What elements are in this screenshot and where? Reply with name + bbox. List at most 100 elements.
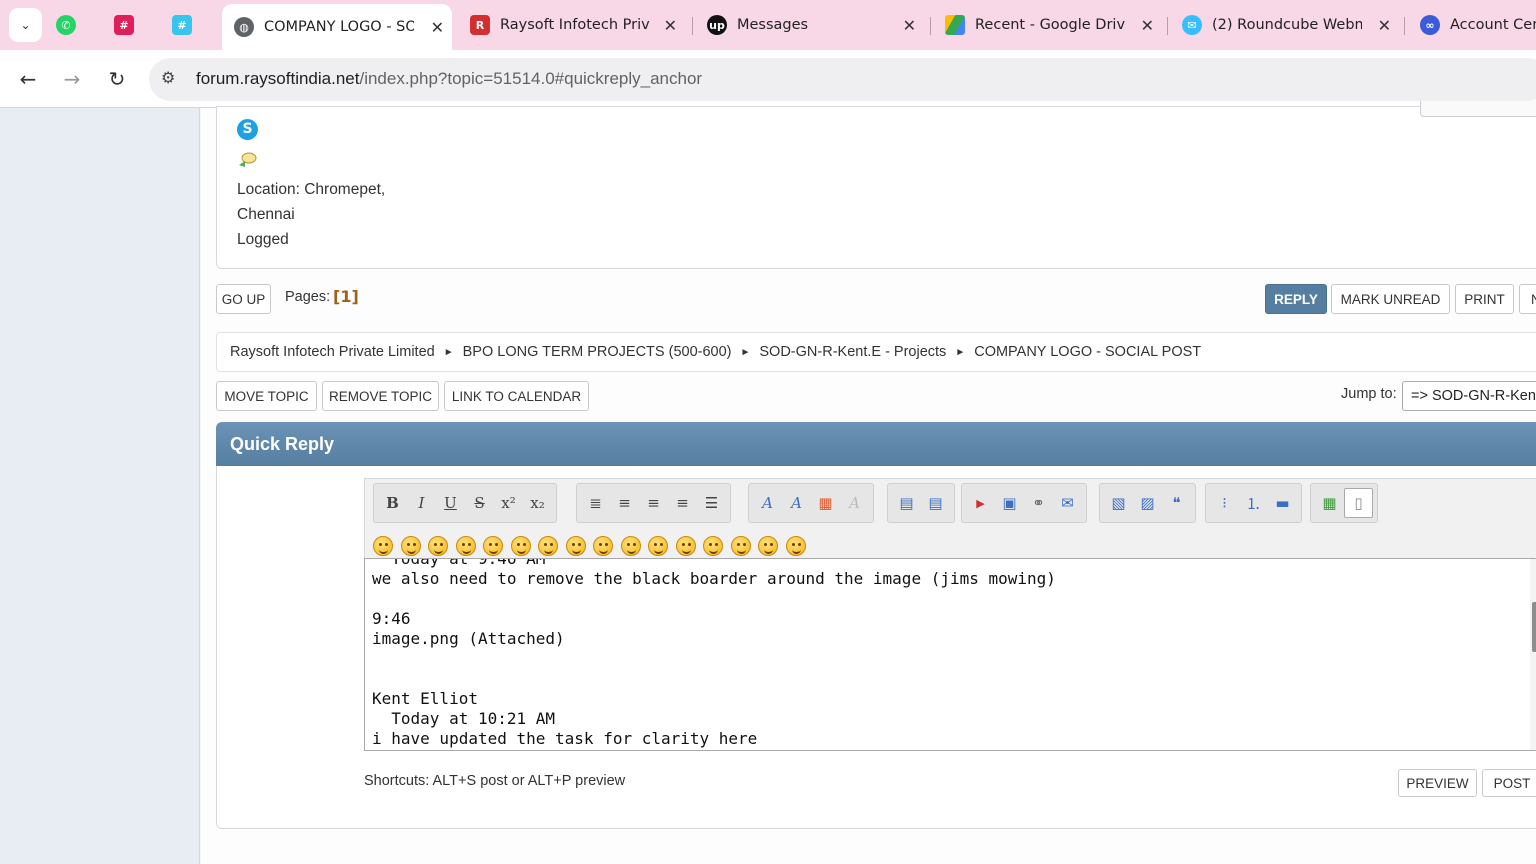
go-up-button[interactable]: GO UP — [216, 284, 271, 314]
link-to-calendar-button[interactable]: LINK TO CALENDAR — [444, 381, 589, 411]
more-bbc-icon[interactable]: ▦ — [1315, 488, 1344, 518]
align-left-icon[interactable]: ≡ — [610, 488, 639, 518]
tab-roundcube[interactable]: ✉ (2) Roundcube Webmail ✕ — [1172, 6, 1399, 44]
cool-icon[interactable] — [565, 536, 586, 556]
youtube-icon[interactable]: ▶ — [966, 488, 995, 518]
smiley-bar — [373, 536, 813, 556]
float-right-icon[interactable]: ▤ — [921, 488, 950, 518]
quick-reply-header[interactable]: Quick Reply — [216, 422, 1536, 466]
align-right-icon[interactable]: ≡ — [668, 488, 697, 518]
shocked-icon[interactable] — [538, 536, 558, 556]
close-tab-icon[interactable]: ✕ — [903, 16, 916, 35]
strikethrough-icon[interactable]: S — [465, 488, 494, 518]
url-text[interactable]: forum.raysoftindia.net/index.php?topic=5… — [196, 69, 702, 89]
breadcrumb-link[interactable]: Raysoft Infotech Private Limited — [230, 344, 435, 360]
bold-icon[interactable]: B — [378, 488, 407, 518]
font-size-icon[interactable]: A — [782, 488, 811, 518]
textarea-scrollbar[interactable]: ▲ ▼ — [1530, 559, 1536, 750]
subscript-icon[interactable]: x₂ — [523, 488, 552, 518]
remove-format-icon[interactable]: A — [840, 488, 869, 518]
breadcrumb-link[interactable]: BPO LONG TERM PROJECTS (500-600) — [463, 344, 732, 360]
breadcrumb-link[interactable]: SOD-GN-R-Kent.E - Projects — [759, 344, 946, 360]
post-button[interactable]: POST — [1482, 769, 1536, 797]
embarrassed-icon[interactable] — [675, 536, 696, 556]
address-bar[interactable]: ⚙ forum.raysoftindia.net/index.php?topic… — [149, 58, 1536, 101]
sad-icon[interactable] — [510, 536, 531, 556]
insert-group: ▧ ▨ ❝ — [1099, 483, 1196, 523]
editor-toolbar: B I U S x² x₂ ≣ ≡ ≡ ≡ ☰ A A ▦ A ▤ ▤ ▶ ▣ … — [364, 478, 1536, 568]
personal-message-icon[interactable] — [237, 151, 257, 169]
author-location: Location: Chromepet, Chennai — [237, 181, 386, 223]
tab-raysoft[interactable]: R Raysoft Infotech Private Limited ✕ — [460, 6, 685, 44]
tab-whatsapp[interactable]: ✆ — [56, 6, 94, 44]
quote-button-stub[interactable] — [1420, 101, 1536, 117]
lips-sealed-icon[interactable] — [703, 536, 723, 556]
italic-icon[interactable]: I — [407, 488, 436, 518]
breadcrumb-current[interactable]: COMPANY LOGO - SOCIAL POST — [974, 344, 1201, 360]
toggle-source-icon[interactable]: ▯ — [1344, 488, 1373, 518]
kiss-icon[interactable] — [758, 536, 778, 556]
underline-icon[interactable]: U — [436, 488, 465, 518]
close-tab-icon[interactable]: ✕ — [1141, 16, 1154, 35]
reply-button[interactable]: REPLY — [1265, 284, 1327, 314]
browser-tab-bar: ⌄ ✆ # # ◍ COMPANY LOGO - SOCIAL POST ✕ R… — [0, 0, 1536, 50]
font-color-icon[interactable]: ▦ — [811, 488, 840, 518]
float-group: ▤ ▤ — [887, 483, 955, 523]
scrollbar-thumb[interactable] — [1532, 602, 1536, 652]
superscript-icon[interactable]: x² — [494, 488, 523, 518]
more-actions-button[interactable]: N — [1519, 284, 1536, 314]
float-left-icon[interactable]: ▤ — [892, 488, 921, 518]
insert-code-icon[interactable]: ▧ — [1104, 488, 1133, 518]
smiley-icon[interactable] — [373, 536, 393, 556]
remove-topic-button[interactable]: REMOVE TOPIC — [322, 381, 439, 411]
bullet-list-icon[interactable]: ⁝ — [1210, 488, 1239, 518]
roll-eyes-icon[interactable] — [620, 536, 641, 556]
cry-icon[interactable] — [785, 536, 806, 556]
tongue-icon[interactable] — [648, 536, 668, 556]
undecided-icon[interactable] — [730, 536, 751, 556]
align-center-icon[interactable]: ≡ — [639, 488, 668, 518]
close-tab-icon[interactable]: ✕ — [1378, 16, 1391, 35]
mark-unread-button[interactable]: MARK UNREAD — [1331, 284, 1450, 314]
preview-button[interactable]: PREVIEW — [1398, 769, 1477, 797]
tab-google-drive[interactable]: Recent - Google Drive ✕ — [935, 6, 1162, 44]
forward-arrow-icon[interactable]: → — [60, 67, 84, 91]
grin-icon[interactable] — [455, 536, 476, 556]
insert-table-icon[interactable]: ▨ — [1133, 488, 1162, 518]
media-group: ▶ ▣ ⚭ ✉ — [961, 483, 1087, 523]
list-group: ⁝ ⒈ ▬ — [1205, 483, 1302, 523]
horizontal-rule-icon[interactable]: ▬ — [1268, 488, 1297, 518]
tab-search-button[interactable]: ⌄ — [9, 8, 42, 42]
print-button[interactable]: PRINT — [1455, 284, 1514, 314]
tab-slack-1[interactable]: # — [114, 6, 152, 44]
move-topic-button[interactable]: MOVE TOPIC — [216, 381, 317, 411]
numbered-list-icon[interactable]: ⒈ — [1239, 488, 1268, 518]
tab-messages[interactable]: up Messages ✕ — [697, 6, 924, 44]
huh-icon[interactable] — [593, 536, 613, 556]
insert-quote-icon[interactable]: ❝ — [1162, 488, 1191, 518]
back-arrow-icon[interactable]: ← — [16, 67, 40, 91]
tab-company-logo[interactable]: ◍ COMPANY LOGO - SOCIAL POST ✕ — [222, 4, 452, 50]
message-textarea[interactable]: Today at 9:46 AM we also need to remove … — [364, 558, 1536, 751]
close-tab-icon[interactable]: ✕ — [664, 16, 677, 35]
message-text[interactable]: Today at 9:46 AM we also need to remove … — [372, 559, 1056, 749]
angry-icon[interactable] — [483, 536, 503, 556]
close-tab-icon[interactable]: ✕ — [431, 18, 444, 37]
insert-image-icon[interactable]: ▣ — [995, 488, 1024, 518]
align-pre-icon[interactable]: ≣ — [581, 488, 610, 518]
tab-slack-2[interactable]: # — [172, 6, 210, 44]
align-justify-icon[interactable]: ☰ — [697, 488, 726, 518]
reload-icon[interactable]: ↻ — [105, 67, 129, 91]
skype-icon[interactable]: S — [237, 119, 258, 140]
font-face-icon[interactable]: A — [753, 488, 782, 518]
insert-email-icon[interactable]: ✉ — [1053, 488, 1082, 518]
site-info-icon[interactable]: ⚙ — [161, 68, 175, 87]
wink-icon[interactable] — [400, 536, 421, 556]
cheesy-icon[interactable] — [428, 536, 448, 556]
jump-to-label: Jump to: — [1341, 386, 1397, 402]
insert-link-icon[interactable]: ⚭ — [1024, 488, 1053, 518]
tab-account-center[interactable]: ∞ Account Center — [1410, 6, 1536, 44]
forum-page: S Location: Chromepet, Chennai Logged GO… — [0, 101, 1536, 864]
jump-to-select[interactable]: => SOD-GN-R-Kent.E - Projects — [1402, 381, 1536, 411]
current-page-link[interactable]: [1] — [333, 287, 359, 306]
